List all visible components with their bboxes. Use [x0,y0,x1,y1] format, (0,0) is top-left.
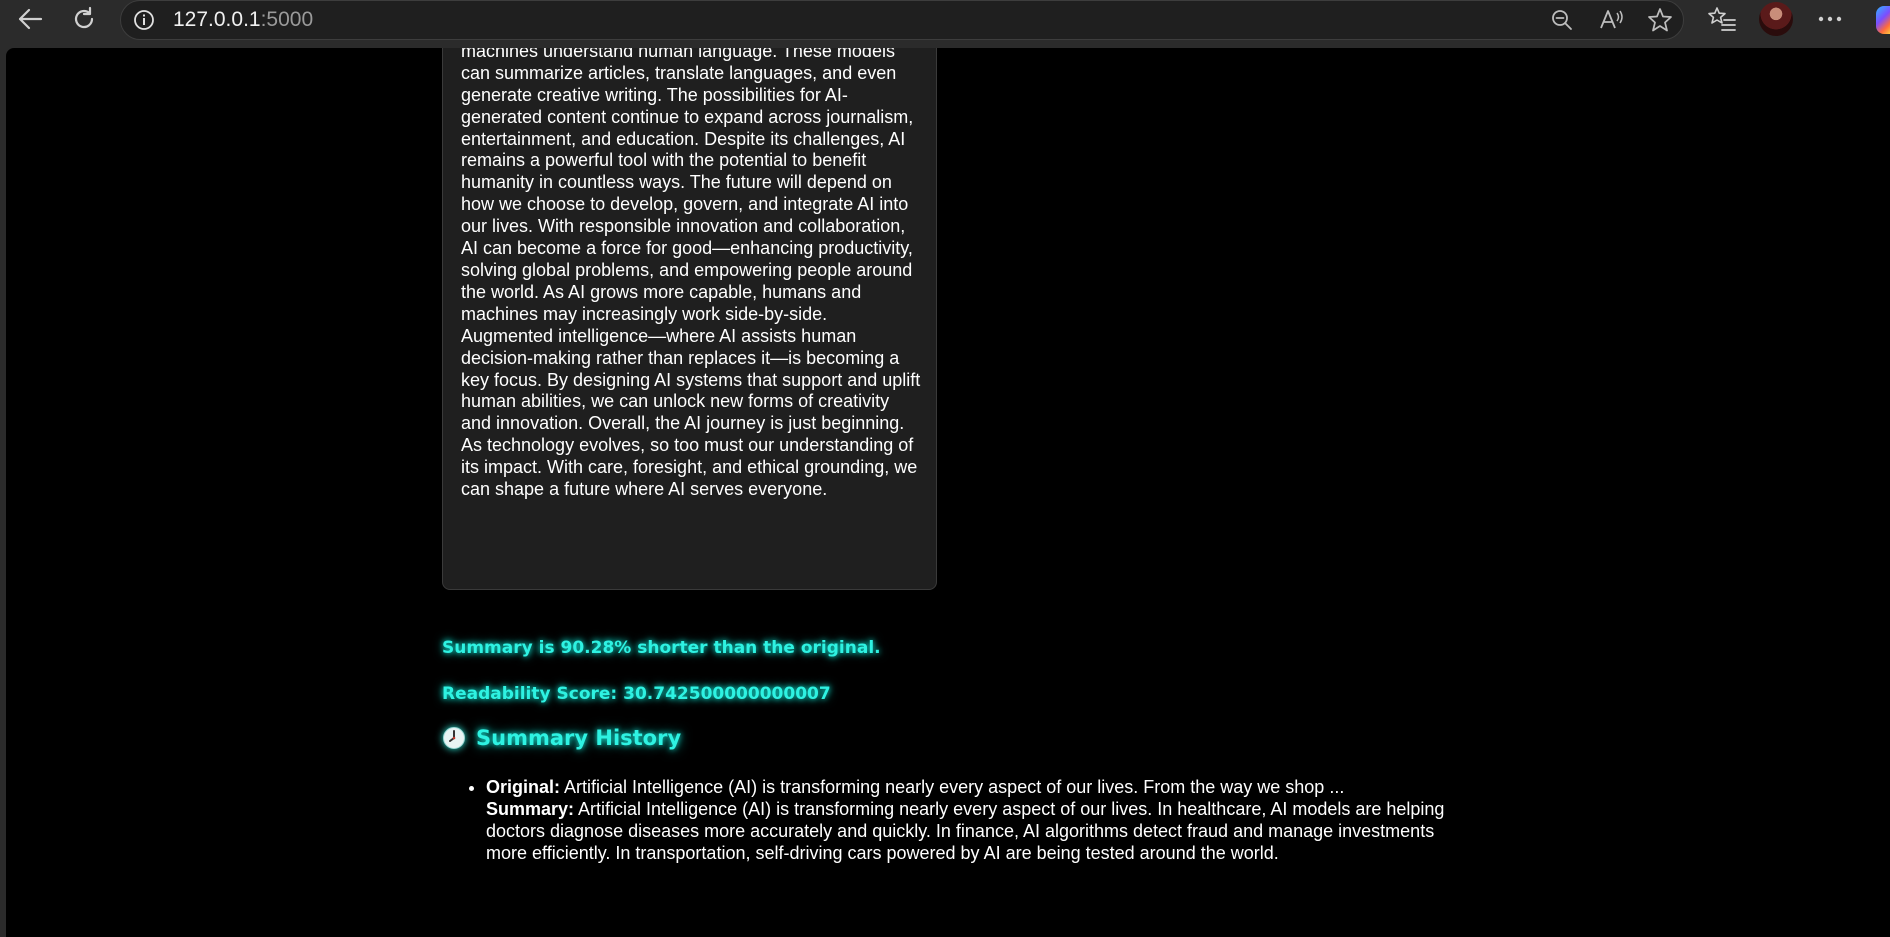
url-host: 127.0.0.1 [173,8,261,31]
history-original-label: Original: [486,777,561,797]
history-summary-text: Artificial Intelligence (AI) is transfor… [486,798,1445,863]
page-viewport: tools like GPT and BERT have revolutioni… [6,48,1890,937]
back-icon[interactable] [12,2,48,36]
history-original-text: Artificial Intelligence (AI) is transfor… [560,777,1345,797]
copilot-icon[interactable] [1876,6,1890,34]
original-text-card: tools like GPT and BERT have revolutioni… [442,48,937,590]
url-text: 127.0.0.1:5000 [173,8,313,32]
site-info-icon[interactable] [133,9,155,31]
refresh-icon[interactable] [66,2,102,36]
read-aloud-icon[interactable] [1597,5,1627,35]
more-menu-icon[interactable] [1812,2,1848,36]
summary-history-heading: Summary History [442,726,681,750]
summary-history-title: Summary History [476,726,682,750]
shorter-percentage-text: Summary is 90.28% shorter than the origi… [442,638,881,658]
favorite-star-icon[interactable] [1645,5,1675,35]
browser-toolbar: 127.0.0.1:5000 [0,0,1890,44]
summary-history-list: Original: Artificial Intelligence (AI) i… [442,777,1472,865]
history-item: Original: Artificial Intelligence (AI) i… [486,777,1472,865]
profile-avatar[interactable] [1759,2,1793,36]
readability-score-text: Readability Score: 30.742500000000007 [442,684,831,704]
favorites-list-icon[interactable] [1704,2,1740,36]
zoom-out-icon[interactable] [1547,5,1577,35]
history-summary-label: Summary: [486,798,575,819]
clock-icon [443,727,465,749]
url-port: :5000 [260,8,314,31]
original-text: tools like GPT and BERT have revolutioni… [461,48,921,500]
address-bar[interactable]: 127.0.0.1:5000 [120,0,1684,40]
